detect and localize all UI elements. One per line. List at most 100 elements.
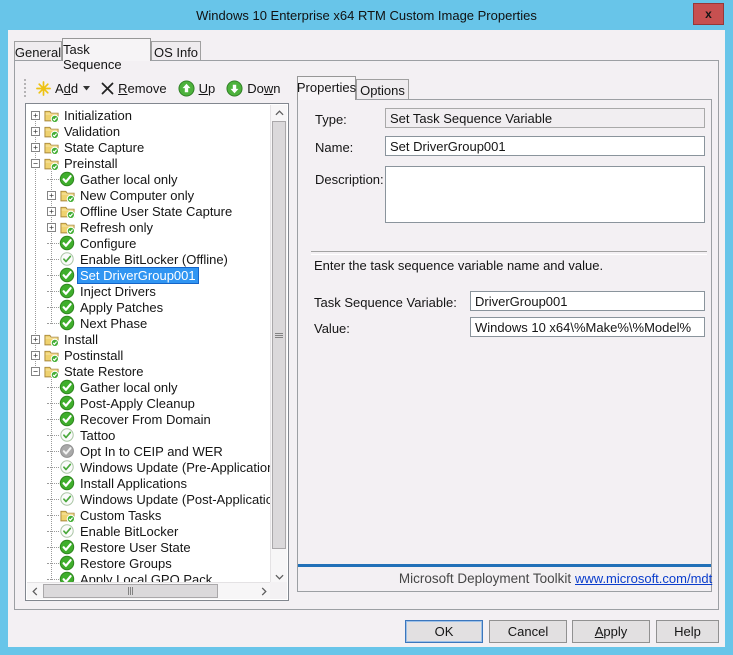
close-button[interactable]: x <box>693 3 724 25</box>
tab-general[interactable]: General <box>14 41 62 60</box>
tree-item[interactable]: Restore Groups <box>27 555 271 571</box>
tree-item-label: Restore User State <box>78 540 193 555</box>
tree-connector <box>47 467 59 469</box>
expand-icon[interactable]: + <box>47 207 56 216</box>
tree-item[interactable]: Install Applications <box>27 475 271 491</box>
check-green-icon <box>59 171 75 187</box>
tree-item-label: New Computer only <box>78 188 196 203</box>
tree-item[interactable]: Windows Update (Post-Application Ins <box>27 491 271 507</box>
cancel-button[interactable]: Cancel <box>489 620 567 643</box>
tree-item-label: Enable BitLocker <box>78 524 180 539</box>
tab-os-info[interactable]: OS Info <box>151 41 201 60</box>
collapse-icon[interactable]: − <box>31 367 40 376</box>
tree-item[interactable]: Restore User State <box>27 539 271 555</box>
tree-item[interactable]: Apply Patches <box>27 299 271 315</box>
variable-field[interactable] <box>470 291 705 311</box>
tree-item[interactable]: Opt In to CEIP and WER <box>27 443 271 459</box>
tree-item[interactable]: Tattoo <box>27 427 271 443</box>
tree-item-label: Gather local only <box>78 172 180 187</box>
tree-item[interactable]: +Validation <box>27 123 271 139</box>
value-field[interactable] <box>470 317 705 337</box>
folder-check-icon <box>43 363 59 379</box>
help-button[interactable]: Help <box>656 620 719 643</box>
expand-icon[interactable]: + <box>31 335 40 344</box>
tree-item-label: Install Applications <box>78 476 189 491</box>
tree-item-label: Gather local only <box>78 380 180 395</box>
down-button[interactable]: Down <box>226 80 280 97</box>
tab-options[interactable]: Options <box>356 79 409 99</box>
tree-item[interactable]: Enable BitLocker (Offline) <box>27 251 271 267</box>
tree-item[interactable]: Post-Apply Cleanup <box>27 395 271 411</box>
scroll-left-icon[interactable] <box>27 583 42 600</box>
tree-item[interactable]: +Install <box>27 331 271 347</box>
ok-button[interactable]: OK <box>405 620 483 643</box>
tree-item-label: Next Phase <box>78 316 149 331</box>
name-label: Name: <box>315 140 353 155</box>
down-circle-icon <box>226 80 243 97</box>
add-dropdown-icon[interactable] <box>83 86 90 91</box>
scroll-right-icon[interactable] <box>256 583 271 600</box>
dialog-window: Windows 10 Enterprise x64 RTM Custom Ima… <box>0 0 733 655</box>
tree-connector <box>47 515 59 517</box>
tree-connector <box>47 179 59 181</box>
expand-icon[interactable]: + <box>31 127 40 136</box>
tree-item-label: Recover From Domain <box>78 412 213 427</box>
tree-item[interactable]: +Refresh only <box>27 219 271 235</box>
tree-item[interactable]: Recover From Domain <box>27 411 271 427</box>
tree-connector <box>47 291 59 293</box>
tree-horizontal-scrollbar[interactable] <box>27 582 271 599</box>
tree-item-label: Post-Apply Cleanup <box>78 396 197 411</box>
expand-icon[interactable]: + <box>31 351 40 360</box>
tree-item[interactable]: Enable BitLocker <box>27 523 271 539</box>
tree-connector <box>47 307 59 309</box>
add-button[interactable]: Add <box>36 81 90 96</box>
name-field[interactable] <box>385 136 705 156</box>
folder-check-icon <box>59 219 75 235</box>
check-green-icon <box>59 315 75 331</box>
type-field <box>385 108 705 128</box>
tree-connector <box>47 387 59 389</box>
expand-icon[interactable]: + <box>31 143 40 152</box>
tab-task-sequence[interactable]: Task Sequence <box>62 38 151 61</box>
check-light-icon <box>59 251 75 267</box>
tree-item[interactable]: Set DriverGroup001 <box>27 267 271 283</box>
tree-item[interactable]: −State Restore <box>27 363 271 379</box>
expand-icon[interactable]: + <box>47 223 56 232</box>
tree-item[interactable]: Gather local only <box>27 379 271 395</box>
tree-item[interactable]: Inject Drivers <box>27 283 271 299</box>
variable-instruction: Enter the task sequence variable name an… <box>314 258 603 273</box>
tree-connector <box>47 563 59 565</box>
tree-item[interactable]: Gather local only <box>27 171 271 187</box>
expand-icon[interactable]: + <box>47 191 56 200</box>
apply-button[interactable]: Apply <box>572 620 650 643</box>
tree-item-label: Postinstall <box>62 348 125 363</box>
tree-item[interactable]: −Preinstall <box>27 155 271 171</box>
expand-icon[interactable]: + <box>31 111 40 120</box>
tree-vertical-scrollbar[interactable] <box>270 105 287 584</box>
tree-item[interactable]: +Initialization <box>27 107 271 123</box>
toolbar-grip <box>24 79 29 97</box>
description-field[interactable] <box>385 166 705 223</box>
tree-item[interactable]: Windows Update (Pre-Application Inst <box>27 459 271 475</box>
horizontal-scroll-thumb[interactable] <box>43 584 218 598</box>
tree-item[interactable]: + New Computer only <box>27 187 271 203</box>
titlebar[interactable]: Windows 10 Enterprise x64 RTM Custom Ima… <box>0 0 733 30</box>
tree-item[interactable]: Configure <box>27 235 271 251</box>
tree-item[interactable]: +State Capture <box>27 139 271 155</box>
tree-item[interactable]: + Postinstall <box>27 347 271 363</box>
check-light-icon <box>59 427 75 443</box>
vertical-scroll-thumb[interactable] <box>272 121 286 549</box>
collapse-icon[interactable]: − <box>31 159 40 168</box>
mdt-link[interactable]: www.microsoft.com/mdt <box>575 571 707 586</box>
tree-connector <box>47 403 59 405</box>
scroll-up-icon[interactable] <box>271 105 288 120</box>
tree-item[interactable]: +Offline User State Capture <box>27 203 271 219</box>
folder-check-icon <box>43 123 59 139</box>
tree-item[interactable]: Next Phase <box>27 315 271 331</box>
tree-item-label: Restore Groups <box>78 556 174 571</box>
remove-button[interactable]: Remove <box>101 81 166 96</box>
tree-item[interactable]: Custom Tasks <box>27 507 271 523</box>
up-button[interactable]: Up <box>178 80 216 97</box>
tree-item-label: Configure <box>78 236 138 251</box>
tab-properties[interactable]: Properties <box>297 76 356 100</box>
